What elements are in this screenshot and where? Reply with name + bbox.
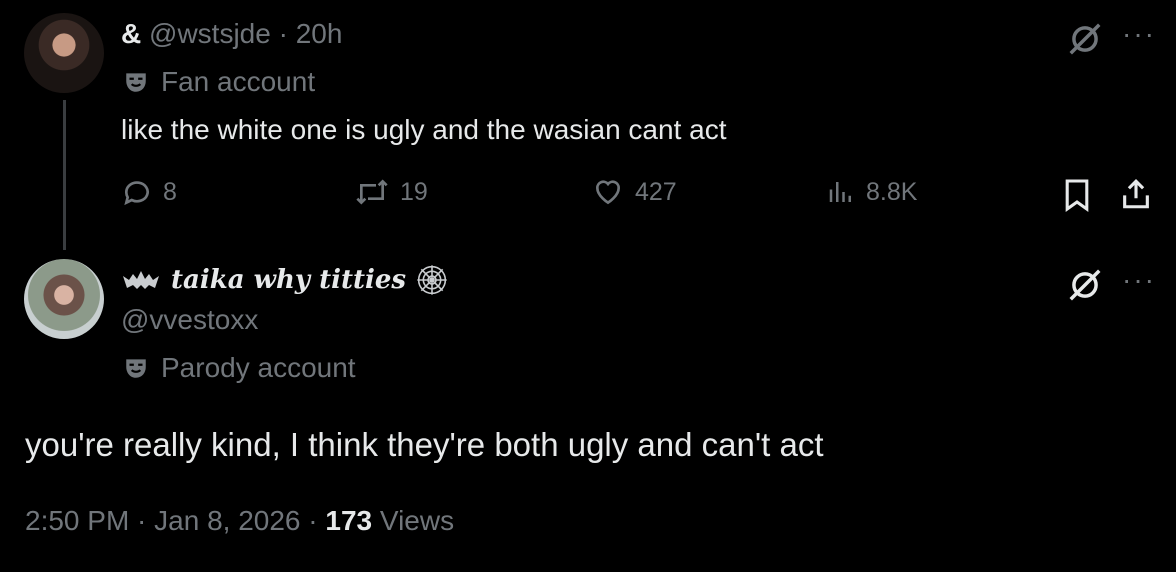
account-label-text: Fan account: [161, 66, 316, 97]
header-separator: ·: [278, 18, 288, 49]
grok-icon[interactable]: [1066, 20, 1104, 58]
reply-count: 8: [163, 177, 177, 206]
account-label-text: Parody account: [161, 352, 356, 383]
tweet-thread: & @wstsjde · 20h Fan account like the wh…: [0, 0, 1176, 572]
meta-separator: ·: [308, 505, 318, 536]
display-name[interactable]: &: [121, 18, 141, 49]
handle[interactable]: @wstsjde: [149, 18, 271, 49]
repost-count: 19: [400, 177, 428, 206]
handle[interactable]: @vvestoxx: [121, 302, 258, 338]
timestamp[interactable]: 2:50 PM · Jan 8, 2026: [25, 505, 301, 536]
mask-icon: [126, 359, 146, 378]
tweet-text: you're really kind, I think they're both…: [25, 426, 824, 463]
bookmark-icon[interactable]: [1063, 178, 1091, 212]
more-icon[interactable]: ···: [1122, 264, 1156, 296]
tweet-header: & @wstsjde · 20h: [121, 16, 342, 52]
thread-connector-line: [63, 100, 66, 250]
display-name-row[interactable]: taika why titties: [121, 262, 448, 298]
heart-icon: [596, 180, 620, 205]
account-label[interactable]: Fan account: [123, 64, 315, 100]
repost-button[interactable]: 19: [354, 176, 428, 208]
spiderweb-icon: [417, 265, 447, 295]
avatar[interactable]: [24, 259, 104, 339]
like-button[interactable]: 427: [591, 176, 677, 208]
views-count: 8.8K: [866, 177, 918, 206]
views-button[interactable]: 8.8K: [826, 176, 917, 208]
grok-icon[interactable]: [1066, 266, 1104, 304]
account-label[interactable]: Parody account: [123, 350, 356, 386]
more-icon[interactable]: ···: [1122, 18, 1156, 50]
like-count: 427: [635, 177, 677, 206]
analytics-icon: [829, 182, 851, 202]
mask-icon: [126, 73, 146, 92]
reply-icon: [124, 181, 149, 206]
display-name: taika why titties: [171, 265, 407, 295]
views-count: 173: [325, 505, 373, 536]
share-icon[interactable]: [1119, 177, 1153, 211]
reply-button[interactable]: 8: [121, 176, 177, 208]
views-label: Views: [379, 505, 455, 536]
avatar[interactable]: [24, 13, 104, 93]
bat-icon: [123, 271, 159, 289]
tweet-meta: 2:50 PM · Jan 8, 2026 · 173 Views: [25, 502, 454, 540]
tweet-text: like the white one is ugly and the wasia…: [121, 114, 727, 145]
tweet-time[interactable]: 20h: [296, 18, 343, 49]
repost-icon: [356, 179, 388, 205]
